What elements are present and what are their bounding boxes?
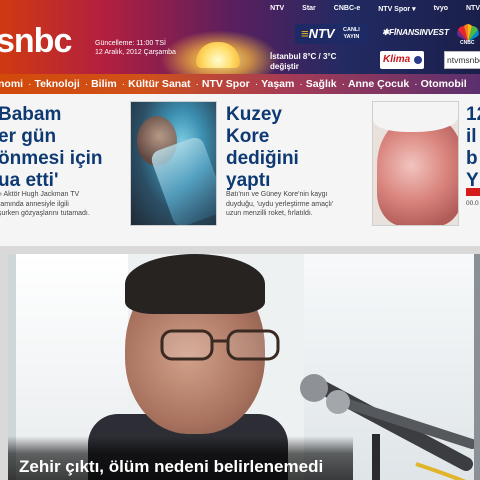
- nav-item-teknoloji[interactable]: Teknoloji: [34, 78, 79, 90]
- cnbc-label: CNBC: [460, 40, 475, 46]
- update-line-2: 12 Aralık, 2012 Çarşamba: [95, 49, 176, 56]
- teaser-3-headline[interactable]: 12 il b Y: [466, 104, 480, 192]
- nav-separator: ·: [28, 78, 32, 90]
- teaser-3-thumbnail[interactable]: [372, 101, 459, 226]
- nav-item-yasam[interactable]: Yaşam: [261, 78, 294, 90]
- nav-separator: ·: [195, 78, 199, 90]
- klima-logo-icon: [414, 56, 422, 64]
- nav-separator: ·: [84, 78, 89, 90]
- top-link-tvyo[interactable]: tvyo: [434, 5, 448, 13]
- teaser-1-summary: » Aktör Hugh Jackman TV ramında annesiyl…: [0, 191, 90, 217]
- search-input[interactable]: ntvmsnbc: [444, 51, 480, 69]
- live-label: CANLI YAYIN: [343, 27, 360, 40]
- nav-item-kultur-sanat[interactable]: Kültür Sanat: [128, 78, 190, 90]
- nav-separator: ·: [299, 78, 303, 90]
- nav-item-ekonomi[interactable]: nomi: [0, 78, 23, 90]
- teaser-2-headline[interactable]: Kuzey Kore dediğini yaptı: [226, 104, 346, 192]
- thumbnail-cap: [373, 102, 458, 132]
- finansinvest-link[interactable]: ✱FİNANSINVEST: [382, 27, 449, 38]
- ntv-logo: ≡NTV: [301, 26, 335, 41]
- teaser-2-summary: Batı'nın ve Güney Kore'nin kaygı duyduğu…: [226, 191, 334, 217]
- side-panel-edge: [474, 254, 480, 480]
- teaser-strip: Babam er gün önmesi için ua etti' » Aktö…: [0, 94, 480, 246]
- teaser-3-time: 00.0: [466, 200, 479, 207]
- ntv-live-button[interactable]: ≡NTV CANLI YAYIN: [295, 24, 369, 44]
- top-link-cnbce[interactable]: CNBC-e: [334, 5, 360, 13]
- weather-widget[interactable]: İstanbul 8°C / 3°C değiştir: [270, 52, 336, 72]
- update-line-1: Güncelleme: 11:00 TSİ: [95, 40, 166, 47]
- main-story-headline[interactable]: Zehir çıktı, ölüm nedeni belirlenemedi: [19, 456, 323, 478]
- nav-item-otomobil[interactable]: Otomobil: [421, 78, 467, 90]
- main-story[interactable]: Zehir çıktı, ölüm nedeni belirlenemedi: [8, 254, 474, 480]
- nav-separator: ·: [121, 78, 126, 90]
- nav-item-anne-cocuk[interactable]: Anne Çocuk: [348, 78, 409, 90]
- teaser-1-headline[interactable]: Babam er gün önmesi için ua etti': [0, 104, 120, 192]
- site-logo[interactable]: snbc: [0, 24, 72, 58]
- site-header: snbc Güncelleme: 11:00 TSİ 12 Aralık, 20…: [0, 0, 480, 74]
- nav-item-saglik[interactable]: Sağlık: [306, 78, 337, 90]
- teaser-3-category-badge: [466, 188, 480, 196]
- photo-man-hair: [125, 254, 265, 314]
- nav-separator: ·: [254, 78, 259, 90]
- nav-separator: ·: [341, 78, 345, 90]
- top-link-ntvspor[interactable]: NTV Spor ▾: [378, 5, 415, 13]
- search-placeholder: ntvmsnbc: [447, 55, 480, 65]
- teaser-2-thumbnail[interactable]: [130, 101, 217, 226]
- klima-ad-banner[interactable]: Klima: [380, 51, 424, 69]
- top-link-star[interactable]: Star: [302, 5, 316, 13]
- nav-item-bilim[interactable]: Bilim: [91, 78, 117, 90]
- weather-change-link[interactable]: değiştir: [270, 62, 336, 72]
- category-nav: nomi · Teknoloji · Bilim · Kültür Sanat · NT…: [0, 74, 480, 94]
- weather-temperature: İstanbul 8°C / 3°C: [270, 52, 337, 61]
- update-timestamp: Güncelleme: 11:00 TSİ 12 Aralık, 2012 Ça…: [95, 39, 205, 57]
- top-link-ntv[interactable]: NTV: [270, 5, 284, 13]
- photo-glasses: [160, 329, 280, 361]
- top-network-links: NTV Star CNBC-e NTV Spor ▾ tvyo NTV: [270, 5, 480, 13]
- thumbnail-baby: [377, 116, 458, 225]
- nav-separator: ·: [414, 78, 418, 90]
- nav-item-ntv-spor[interactable]: NTV Spor: [202, 78, 250, 90]
- top-link-ntv-2[interactable]: NTV: [466, 5, 480, 13]
